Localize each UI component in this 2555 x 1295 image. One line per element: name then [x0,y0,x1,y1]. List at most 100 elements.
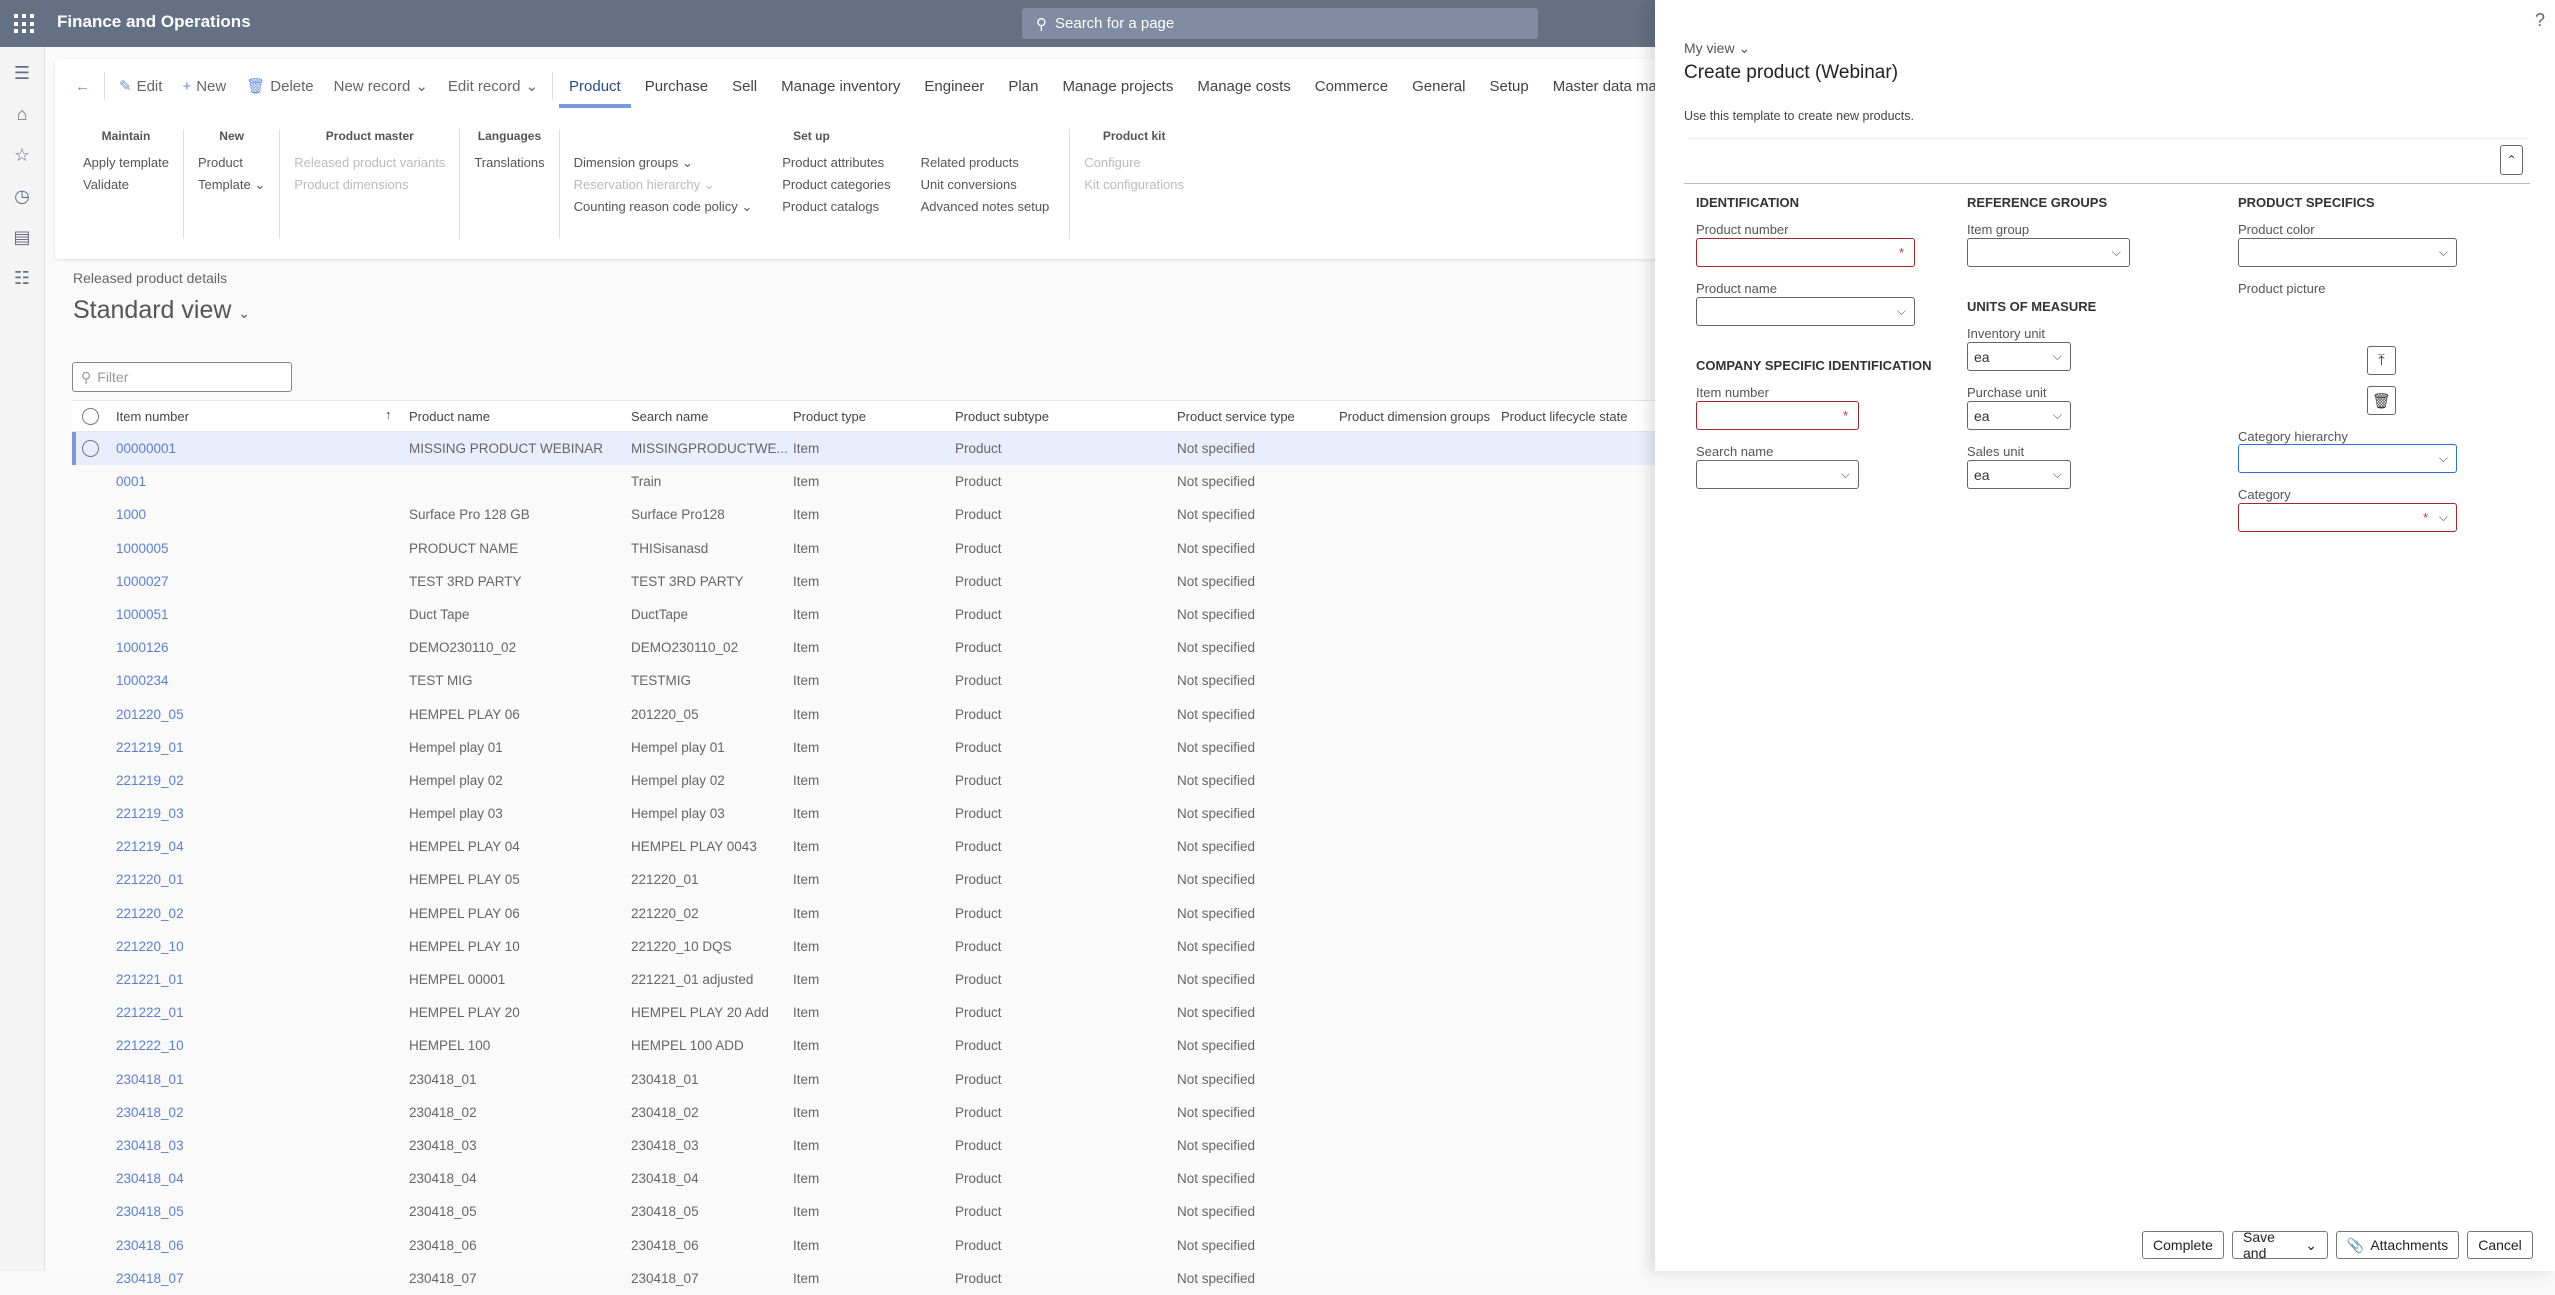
attachments-button[interactable]: 📎 Attachments [2336,1231,2459,1259]
column-header-product-subtype[interactable]: Product subtype [955,409,1049,424]
category-field[interactable]: * ⌵ [2238,503,2457,532]
item-number-cell[interactable]: 230418_05 [116,1204,184,1219]
save-and-menu[interactable]: Save and ⌄ [2232,1229,2328,1261]
tab-plan[interactable]: Plan [996,78,1050,95]
table-row[interactable]: 1000027 TEST 3RD PARTY TEST 3RD PARTY Item P… [72,565,1682,598]
item-number-cell[interactable]: 221220_01 [116,872,184,887]
reservation-hierarchy-menu[interactable]: Reservation hierarchy ⌄ [574,177,753,192]
category-hierarchy-field[interactable]: ⌵ [2238,444,2457,473]
product-name-field[interactable]: ⌵ [1696,297,1915,326]
dimension-groups-menu[interactable]: Dimension groups ⌄ [574,155,753,170]
table-row[interactable]: 201220_05 HEMPEL PLAY 06 201220_05 Item Prod… [72,698,1682,731]
table-row[interactable]: 221220_10 HEMPEL PLAY 10 221220_10 DQS Item… [72,930,1682,963]
clock-icon[interactable]: ◷ [10,184,34,208]
home-icon[interactable]: ⌂ [10,102,34,126]
released-product-variants-button[interactable]: Released product variants [294,155,445,170]
column-header-item-number[interactable]: Item number [116,409,189,424]
product-button[interactable]: Product [198,155,265,170]
table-row[interactable]: 230418_06 230418_06 230418_06 Item Product No… [72,1229,1682,1262]
item-number-cell[interactable]: 1000005 [116,541,169,556]
item-number-cell[interactable]: 230418_01 [116,1072,184,1087]
related-products-button[interactable]: Related products [921,155,1050,170]
product-attributes-button[interactable]: Product attributes [782,155,890,170]
table-row[interactable]: 1000234 TEST MIG TESTMIG Item Product Not spe… [72,664,1682,697]
product-number-field[interactable]: * [1696,238,1915,267]
filter-input[interactable]: ⚲ Filter [72,362,292,392]
table-row[interactable]: 1000 Surface Pro 128 GB Surface Pro128 Item… [72,498,1682,531]
configure-button[interactable]: Configure [1084,155,1184,170]
table-row[interactable]: 221219_02 Hempel play 02 Hempel play 02 Ite… [72,764,1682,797]
collapse-button[interactable]: ⌃ [2500,145,2523,175]
item-number-cell[interactable]: 230418_04 [116,1171,184,1186]
advanced-notes-setup-button[interactable]: Advanced notes setup [921,199,1050,214]
item-number-cell[interactable]: 221219_01 [116,740,184,755]
tab-purchase[interactable]: Purchase [633,78,720,95]
purchase-unit-field[interactable]: ea ⌵ [1967,401,2071,430]
product-catalogs-button[interactable]: Product catalogs [782,199,890,214]
column-header-product-type[interactable]: Product type [793,409,866,424]
item-number-cell[interactable]: 1000027 [116,574,169,589]
edit-button[interactable]: ✎ Edit [109,77,172,96]
edit-record-menu[interactable]: Edit record ⌄ [438,77,548,96]
item-number-cell[interactable]: 230418_03 [116,1138,184,1153]
table-row[interactable]: 221220_02 HEMPEL PLAY 06 221220_02 Item Prod… [72,897,1682,930]
tab-engineer[interactable]: Engineer [912,78,996,95]
item-number-cell[interactable]: 221219_03 [116,806,184,821]
item-number-field[interactable]: * [1696,401,1859,430]
row-select-checkbox[interactable] [82,440,99,457]
tab-manage-costs[interactable]: Manage costs [1185,78,1302,95]
item-number-cell[interactable]: 1000234 [116,673,169,688]
tab-general[interactable]: General [1400,78,1477,95]
item-number-cell[interactable]: 221221_01 [116,972,184,987]
tab-commerce[interactable]: Commerce [1303,78,1400,95]
my-view-selector[interactable]: My view ⌄ [1684,40,1750,57]
apply-template-button[interactable]: Apply template [83,155,169,170]
cancel-button[interactable]: Cancel [2467,1231,2533,1259]
item-number-cell[interactable]: 1000126 [116,640,169,655]
table-row[interactable]: 230418_07 230418_07 230418_07 Item Product No… [72,1262,1682,1295]
item-number-cell[interactable]: 230418_06 [116,1238,184,1253]
item-group-field[interactable]: ⌵ [1967,238,2130,267]
search-name-field[interactable]: ⌵ [1696,460,1859,489]
column-header-product-name[interactable]: Product name [409,409,490,424]
table-row[interactable]: 00000001 MISSING PRODUCT WEBINAR MISSINGPR… [72,432,1682,466]
table-row[interactable]: 221221_01 HEMPEL 00001 221221_01 adjusted I… [72,963,1682,996]
table-row[interactable]: 230418_03 230418_03 230418_03 Item Product No… [72,1129,1682,1162]
list-icon[interactable]: ☷ [10,266,34,290]
product-categories-button[interactable]: Product categories [782,177,890,192]
translations-button[interactable]: Translations [474,155,544,170]
item-number-cell[interactable]: 1000 [116,507,146,522]
table-row[interactable]: 1000126 DEMO230110_02 DEMO230110_02 Item Pro… [72,631,1682,664]
template-menu[interactable]: Template ⌄ [198,177,265,192]
tab-product[interactable]: Product [557,78,633,108]
item-number-cell[interactable]: 201220_05 [116,707,184,722]
star-icon[interactable]: ☆ [10,143,34,167]
table-row[interactable]: 230418_01 230418_01 230418_01 Item Product No… [72,1063,1682,1096]
table-row[interactable]: 221219_03 Hempel play 03 Hempel play 03 Ite… [72,797,1682,830]
counting-reason-code-policy-menu[interactable]: Counting reason code policy ⌄ [574,199,753,214]
table-row[interactable]: 221219_04 HEMPEL PLAY 04 HEMPEL PLAY 0043 I… [72,830,1682,863]
item-number-cell[interactable]: 230418_02 [116,1105,184,1120]
hamburger-icon[interactable]: ☰ [10,61,34,85]
view-selector[interactable]: Standard view ⌄ [73,296,250,325]
select-all-checkbox[interactable] [82,408,99,425]
item-number-cell[interactable]: 221220_10 [116,939,184,954]
item-number-cell[interactable]: 221222_10 [116,1038,184,1053]
delete-picture-button[interactable]: 🗑 [2367,386,2396,415]
table-row[interactable]: 221222_10 HEMPEL 100 HEMPEL 100 ADD Item Pro… [72,1029,1682,1062]
table-row[interactable]: 1000051 Duct Tape DuctTape Item Product Not s… [72,598,1682,631]
back-button[interactable]: ← [65,78,100,95]
workspace-icon[interactable]: ▤ [10,225,34,249]
new-button[interactable]: + New [172,78,236,95]
column-header-product-service-type[interactable]: Product service type [1177,409,1295,424]
validate-button[interactable]: Validate [83,177,169,192]
inventory-unit-field[interactable]: ea ⌵ [1967,342,2071,371]
tab-sell[interactable]: Sell [720,78,769,95]
item-number-cell[interactable]: 1000051 [116,607,169,622]
table-row[interactable]: 0001 Train Item Product Not specified [72,465,1682,498]
complete-button[interactable]: Complete [2142,1231,2224,1259]
item-number-cell[interactable]: 230418_07 [116,1271,184,1286]
table-row[interactable]: 230418_04 230418_04 230418_04 Item Product No… [72,1162,1682,1195]
product-dimensions-button[interactable]: Product dimensions [294,177,445,192]
delete-button[interactable]: 🗑 Delete [236,77,323,96]
